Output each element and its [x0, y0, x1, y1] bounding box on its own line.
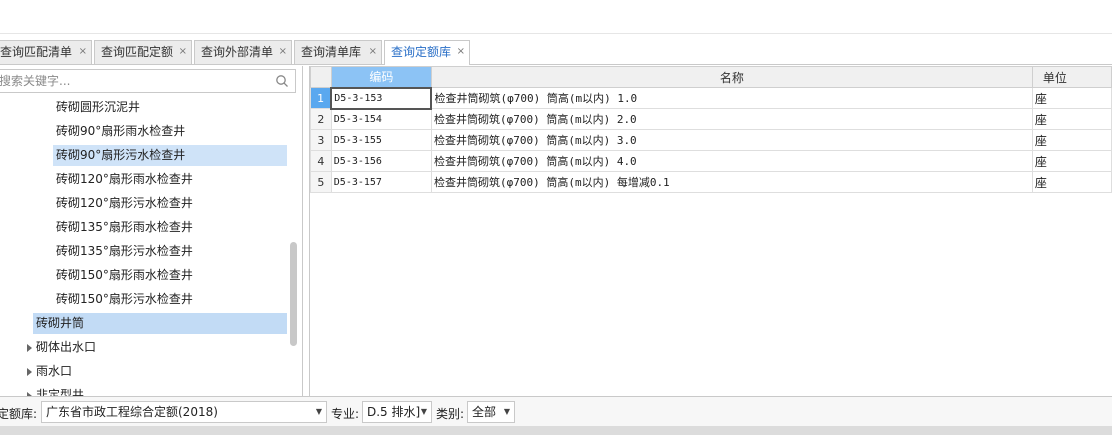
code-cell[interactable]: D5-3-153: [330, 86, 433, 110]
name-cell[interactable]: 检查井筒砌筑(φ700) 筒高(m以内) 2.0: [430, 108, 1033, 130]
category-select[interactable]: 全部 ▼: [467, 401, 515, 423]
tree-panel: 砖砌圆形沉泥井 砖砌90°扇形雨水检查井 砖砌90°扇形污水检查井 砖砌120°…: [0, 66, 303, 396]
unit-cell[interactable]: 座: [1031, 87, 1112, 109]
tree-item[interactable]: 砖砌150°扇形雨水检查井: [53, 265, 193, 286]
tab-label: 查询定额库: [391, 45, 452, 59]
major-value: D.5 排水]: [367, 405, 421, 419]
column-header-name[interactable]: 名称: [430, 66, 1033, 88]
quota-grid: 编码 名称 单位 1 D5-3-153 检查井筒砌筑(φ700) 筒高(m以内)…: [309, 66, 1112, 396]
table-row[interactable]: 4 D5-3-156 检查井筒砌筑(φ700) 筒高(m以内) 4.0 座: [310, 150, 1112, 172]
tab-label: 查询清单库: [301, 45, 362, 59]
library-value: 广东省市政工程综合定额(2018): [46, 405, 218, 419]
unit-cell[interactable]: 座: [1031, 171, 1112, 193]
unit-cell[interactable]: 座: [1031, 129, 1112, 151]
close-icon[interactable]: ×: [369, 41, 377, 63]
close-icon[interactable]: ×: [457, 41, 465, 63]
quota-table: 编码 名称 单位 1 D5-3-153 检查井筒砌筑(φ700) 筒高(m以内)…: [310, 66, 1112, 193]
search-input[interactable]: [0, 70, 269, 92]
tree-item[interactable]: 砖砌135°扇形雨水检查井: [53, 217, 193, 238]
column-header-unit[interactable]: 单位: [1031, 66, 1112, 88]
name-cell[interactable]: 检查井筒砌筑(φ700) 筒高(m以内) 3.0: [430, 129, 1033, 151]
corner-cell[interactable]: [310, 66, 332, 88]
library-label: 定额库:: [0, 407, 38, 421]
unit-cell[interactable]: 座: [1031, 150, 1112, 172]
close-icon[interactable]: ×: [79, 41, 87, 63]
tab-query-quota-library[interactable]: 查询定额库 ×: [384, 40, 470, 65]
tab-label: 查询匹配清单: [0, 45, 73, 59]
row-number: 5: [310, 171, 332, 193]
table-row[interactable]: 2 D5-3-154 检查井筒砌筑(φ700) 筒高(m以内) 2.0 座: [310, 108, 1112, 130]
category-label: 类别:: [436, 407, 465, 421]
category-value: 全部: [472, 405, 497, 419]
column-header-code[interactable]: 编码: [330, 66, 432, 88]
library-select[interactable]: 广东省市政工程综合定额(2018) ▼: [41, 401, 327, 423]
table-header-row: 编码 名称 单位: [310, 66, 1112, 88]
row-number: 1: [310, 87, 332, 109]
chevron-down-icon: ▼: [503, 407, 510, 416]
table-row[interactable]: 3 D5-3-155 检查井筒砌筑(φ700) 筒高(m以内) 3.0 座: [310, 129, 1112, 151]
tree-item[interactable]: 砖砌圆形沉泥井: [53, 97, 140, 118]
tab-label: 查询匹配定额: [101, 45, 174, 59]
code-cell[interactable]: D5-3-154: [330, 108, 432, 130]
name-cell[interactable]: 检查井筒砌筑(φ700) 筒高(m以内) 4.0: [430, 150, 1033, 172]
row-number: 2: [310, 108, 332, 130]
tree-item[interactable]: 雨水口: [33, 361, 72, 382]
table-row[interactable]: 1 D5-3-153 检查井筒砌筑(φ700) 筒高(m以内) 1.0 座: [310, 86, 1112, 110]
tree-item[interactable]: 砖砌90°扇形污水检查井: [53, 145, 287, 166]
search-icon[interactable]: [275, 74, 289, 88]
chevron-down-icon: ▼: [420, 407, 427, 416]
tab-query-bill-library[interactable]: 查询清单库 ×: [294, 40, 382, 64]
status-bar: [0, 426, 1112, 435]
tab-query-matched-quota[interactable]: 查询匹配定额 ×: [94, 40, 192, 64]
chevron-down-icon: ▼: [315, 407, 322, 416]
row-number: 3: [310, 129, 332, 151]
close-icon[interactable]: ×: [279, 41, 287, 63]
major-select[interactable]: D.5 排水] ▼: [362, 401, 432, 423]
tab-bar: 查询匹配清单 × 查询匹配定额 × 查询外部清单 × 查询清单库 × 查询定额库…: [0, 38, 1112, 65]
major-label: 专业:: [331, 407, 360, 421]
top-toolbar-area: [0, 0, 1112, 34]
row-number: 4: [310, 150, 332, 172]
name-cell[interactable]: 检查井筒砌筑(φ700) 筒高(m以内) 每增减0.1: [430, 171, 1033, 193]
unit-cell[interactable]: 座: [1031, 108, 1112, 130]
tree-item[interactable]: 非定型井: [33, 385, 84, 396]
tree-item[interactable]: 砖砌120°扇形雨水检查井: [53, 169, 193, 190]
code-cell[interactable]: D5-3-156: [330, 150, 432, 172]
tree-item[interactable]: 砖砌120°扇形污水检查井: [53, 193, 193, 214]
tab-label: 查询外部清单: [201, 45, 274, 59]
tree-item[interactable]: 砌体出水口: [33, 337, 96, 358]
tree-item[interactable]: 砖砌90°扇形雨水检查井: [53, 121, 185, 142]
tree-item[interactable]: 砖砌150°扇形污水检查井: [53, 289, 193, 310]
close-icon[interactable]: ×: [179, 41, 187, 63]
code-cell[interactable]: D5-3-157: [330, 171, 432, 193]
name-cell[interactable]: 检查井筒砌筑(φ700) 筒高(m以内) 1.0: [430, 87, 1033, 109]
tree-item[interactable]: 砖砌井筒: [33, 313, 287, 334]
table-row[interactable]: 5 D5-3-157 检查井筒砌筑(φ700) 筒高(m以内) 每增减0.1 座: [310, 171, 1112, 193]
tree-item[interactable]: 砖砌135°扇形污水检查井: [53, 241, 193, 262]
code-cell[interactable]: D5-3-155: [330, 129, 432, 151]
tab-query-external-bill[interactable]: 查询外部清单 ×: [194, 40, 292, 64]
search-box: [0, 69, 296, 93]
tree-scrollbar[interactable]: [290, 242, 297, 346]
filter-footer: 定额库: 广东省市政工程综合定额(2018) ▼ 专业: D.5 排水] ▼ 类…: [0, 396, 1112, 426]
tab-query-matched-bill[interactable]: 查询匹配清单 ×: [0, 40, 92, 64]
